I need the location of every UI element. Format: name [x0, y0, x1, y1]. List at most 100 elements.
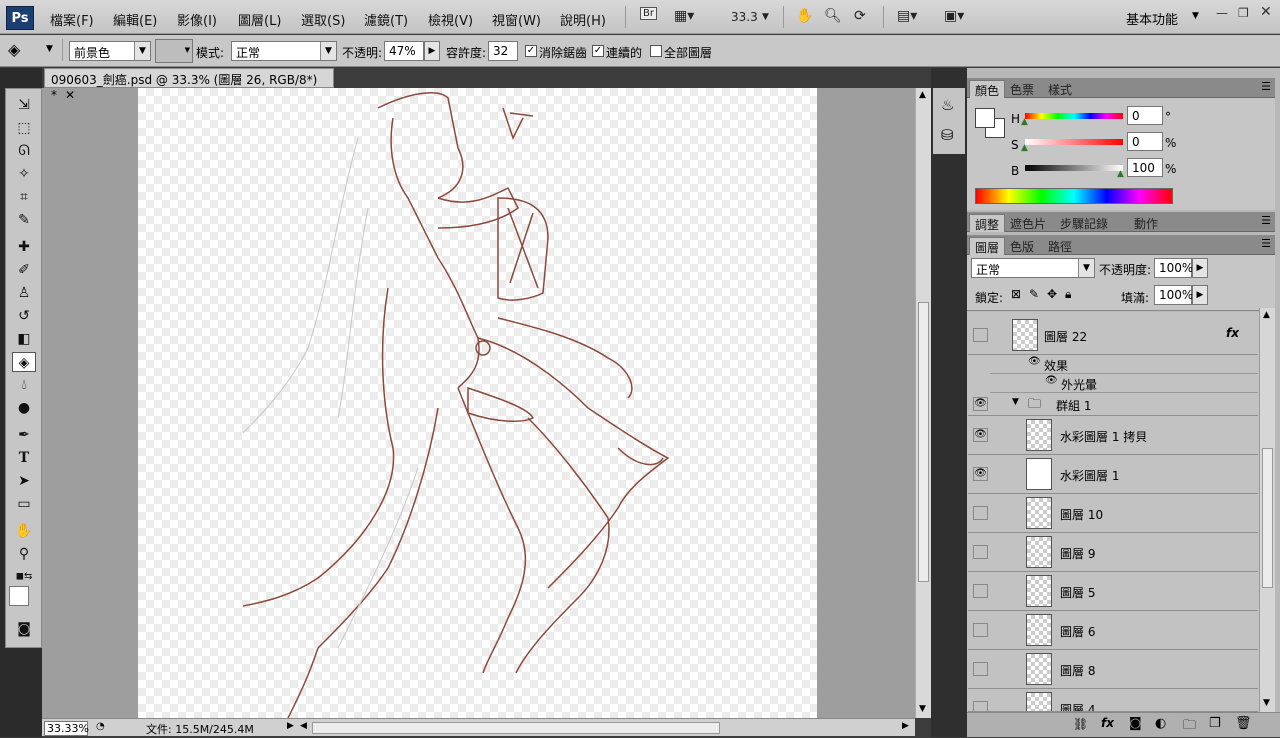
layer-row[interactable]: 圖層 8: [968, 650, 1258, 689]
crop-tool-icon[interactable]: ⌗: [12, 187, 36, 207]
tab-adjustments[interactable]: 調整: [969, 214, 1006, 232]
tab-color[interactable]: 顏色: [969, 80, 1006, 98]
scroll-down-icon[interactable]: ▼: [1263, 698, 1270, 708]
zoom-tool-icon[interactable]: ⚲: [12, 544, 36, 564]
antialias-checkbox[interactable]: ✓: [525, 45, 537, 57]
panel-menu-icon[interactable]: ☰: [1261, 80, 1271, 93]
minimize-icon[interactable]: —: [1216, 6, 1228, 20]
new-layer-icon[interactable]: ❐: [1209, 716, 1221, 731]
path-selection-tool-icon[interactable]: ➤: [12, 471, 36, 491]
workspace-dropdown-icon[interactable]: ▼: [1192, 11, 1199, 21]
layer-row[interactable]: 圖層 4: [968, 689, 1258, 712]
zoom-tool-icon[interactable]: 🔍︎: [824, 8, 842, 24]
workspace-label[interactable]: 基本功能: [1126, 9, 1178, 28]
healing-brush-tool-icon[interactable]: ✚: [12, 237, 36, 257]
fx-icon[interactable]: fx: [1226, 326, 1239, 340]
opacity-slider-button[interactable]: ▶: [424, 41, 440, 61]
layers-scrollbar[interactable]: ▲ ▼: [1259, 308, 1275, 712]
lock-image-icon[interactable]: ✎: [1029, 287, 1039, 301]
saturation-slider[interactable]: [1025, 139, 1123, 145]
brightness-thumb-icon[interactable]: ▲: [1117, 169, 1124, 179]
effects-row[interactable]: 👁︎ 效果: [990, 355, 1258, 374]
tab-history[interactable]: 步驟記錄: [1055, 214, 1113, 232]
all-layers-checkbox[interactable]: [650, 45, 662, 57]
pen-tool-icon[interactable]: ✒: [12, 425, 36, 445]
paint-bucket-tool-icon[interactable]: ◈: [8, 40, 20, 59]
group-expand-icon[interactable]: ▼: [1012, 397, 1019, 407]
adjust-panel-icon[interactable]: ♨: [941, 96, 954, 114]
menu-select[interactable]: 選取(S): [301, 10, 345, 29]
menu-file[interactable]: 檔案(F): [50, 10, 94, 29]
saturation-thumb-icon[interactable]: ▲: [1021, 143, 1028, 153]
close-icon[interactable]: ✕: [1260, 4, 1272, 20]
menu-view[interactable]: 檢視(V): [428, 10, 473, 29]
brush-tool-icon[interactable]: ✐: [12, 260, 36, 280]
color-ramp[interactable]: [975, 188, 1173, 204]
menu-edit[interactable]: 編輯(E): [113, 10, 157, 29]
tool-preset-dropdown-icon[interactable]: ▼: [46, 44, 53, 54]
fill-button[interactable]: ▶: [1192, 285, 1208, 305]
scroll-right-icon[interactable]: ▶: [902, 721, 909, 731]
visibility-toggle[interactable]: [973, 623, 988, 637]
adjustment-layer-icon[interactable]: ◐: [1155, 716, 1166, 731]
tab-actions[interactable]: 動作: [1129, 214, 1163, 232]
visibility-toggle[interactable]: [973, 328, 988, 342]
add-style-icon[interactable]: fx: [1101, 716, 1114, 730]
layer-opacity-input[interactable]: 100%: [1154, 258, 1193, 278]
scroll-thumb[interactable]: [918, 302, 929, 582]
document-close-icon[interactable]: ✕: [65, 88, 75, 102]
hue-thumb-icon[interactable]: ▲: [1021, 117, 1028, 127]
history-brush-tool-icon[interactable]: ↺: [12, 306, 36, 326]
layer-row[interactable]: 👁︎ 水彩圖層 1 拷貝: [968, 416, 1258, 455]
marquee-tool-icon[interactable]: ⬚: [12, 118, 36, 138]
menu-help[interactable]: 說明(H): [560, 10, 606, 29]
document-tab[interactable]: 090603_劍癌.psd @ 33.3% (圖層 26, RGB/8*) * ✕: [44, 68, 334, 102]
eye-icon[interactable]: 👁︎: [1045, 375, 1058, 386]
tab-masks[interactable]: 遮色片: [1005, 214, 1051, 232]
visibility-toggle[interactable]: [973, 701, 988, 711]
layer-row[interactable]: 圖層 9: [968, 533, 1258, 572]
eraser-tool-icon[interactable]: ◧: [12, 329, 36, 349]
scroll-up-icon[interactable]: ▲: [919, 90, 926, 100]
screen-mode-icon[interactable]: ▣▾: [944, 8, 964, 24]
layer-row[interactable]: 圖層 10: [968, 494, 1258, 533]
hand-tool-icon[interactable]: ✋: [12, 521, 36, 541]
layer-row[interactable]: 圖層 22 fx: [968, 316, 1258, 355]
effect-row[interactable]: 👁︎ 外光暈: [990, 374, 1258, 393]
lasso-tool-icon[interactable]: ᘏ: [12, 141, 36, 161]
opacity-input[interactable]: 47%: [384, 41, 424, 61]
eyedropper-tool-icon[interactable]: ✎: [12, 210, 36, 230]
hand-tool-icon[interactable]: ✋: [796, 8, 813, 24]
add-mask-icon[interactable]: ◙: [1129, 716, 1142, 731]
blur-tool-icon[interactable]: 💧︎: [12, 375, 36, 395]
tab-styles[interactable]: 樣式: [1043, 80, 1077, 98]
color-foreground-swatch[interactable]: [975, 108, 995, 128]
fill-source-select[interactable]: 前景色 ▼: [69, 41, 151, 61]
visibility-toggle[interactable]: [973, 506, 988, 520]
restore-icon[interactable]: ❐: [1238, 6, 1249, 20]
extras-icon[interactable]: ▦▾: [674, 8, 694, 24]
visibility-toggle[interactable]: [973, 545, 988, 559]
lock-position-icon[interactable]: ✥: [1047, 287, 1057, 301]
link-layers-icon[interactable]: ⛓: [1073, 717, 1088, 731]
swap-colors-icon[interactable]: ◼⇆: [12, 567, 36, 587]
layer-opacity-button[interactable]: ▶: [1192, 258, 1208, 278]
scroll-left-icon[interactable]: ◀: [300, 721, 307, 731]
brightness-input[interactable]: 100: [1127, 158, 1163, 177]
delete-layer-icon[interactable]: 🗑︎: [1235, 716, 1252, 731]
quick-mask-icon[interactable]: ◙: [12, 619, 36, 639]
saturation-input[interactable]: 0: [1127, 132, 1163, 151]
lock-transparency-icon[interactable]: ⊠: [1011, 287, 1021, 301]
tab-layers[interactable]: 圖層: [969, 237, 1006, 255]
visibility-toggle[interactable]: 👁︎: [973, 467, 988, 481]
canvas-vertical-scrollbar[interactable]: ▲ ▼: [915, 88, 931, 718]
scroll-thumb[interactable]: [1262, 448, 1273, 588]
pattern-picker[interactable]: ▼: [155, 39, 193, 63]
layer-row[interactable]: 👁︎ 水彩圖層 1: [968, 455, 1258, 494]
mode-select[interactable]: 正常 ▼: [231, 41, 337, 61]
visibility-toggle[interactable]: 👁︎: [973, 428, 988, 442]
clone-stamp-tool-icon[interactable]: ♙: [12, 283, 36, 303]
brightness-slider[interactable]: [1025, 165, 1123, 171]
hue-input[interactable]: 0: [1127, 106, 1163, 125]
tolerance-input[interactable]: 32: [488, 41, 518, 61]
